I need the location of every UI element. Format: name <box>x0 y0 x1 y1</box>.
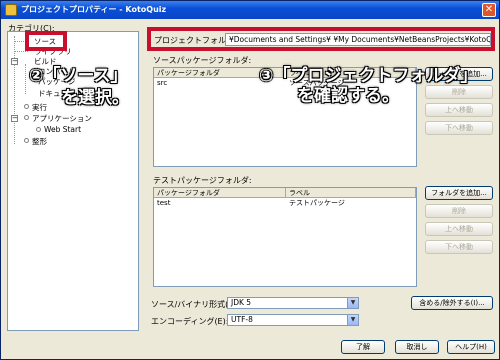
source-highlight-box <box>25 31 67 51</box>
move-test-down-button[interactable]: 下へ移動 <box>425 240 493 254</box>
window-title: プロジェクトプロパティー - KotoQuiz <box>21 5 167 14</box>
move-test-up-button[interactable]: 上へ移動 <box>425 222 493 236</box>
chevron-down-icon[interactable]: ▼ <box>347 315 358 325</box>
collapse-icon[interactable]: − <box>11 58 18 65</box>
help-button[interactable]: ヘルプ(H) <box>447 340 495 354</box>
leaf-node-icon <box>36 127 41 132</box>
project-folder-field[interactable]: ¥Documents and Settings¥ ¥My Documents¥N… <box>225 33 491 46</box>
tree-item-application[interactable]: アプリケーション <box>32 113 92 124</box>
tree-connector <box>14 51 28 52</box>
cancel-button[interactable]: 取消し <box>395 340 439 354</box>
chevron-down-icon[interactable]: ▼ <box>347 298 358 308</box>
table-cell[interactable]: test <box>154 199 170 208</box>
annotation-step2-line2: を選択。 <box>61 88 129 108</box>
remove-test-button[interactable]: 削除 <box>425 204 493 218</box>
column-header[interactable]: パッケージフォルダ <box>154 188 286 198</box>
remove-button[interactable]: 削除 <box>425 85 493 99</box>
tree-connector <box>14 36 15 144</box>
include-exclude-button[interactable]: 含める/除外する(I)... <box>411 296 493 310</box>
properties-dialog: プロジェクトプロパティー - KotoQuiz ✕ カテゴリ(C): ソース ラ… <box>0 0 500 360</box>
move-down-button[interactable]: 下へ移動 <box>425 121 493 135</box>
tree-connector <box>25 64 26 94</box>
move-up-button[interactable]: 上へ移動 <box>425 103 493 117</box>
tree-item-formatting[interactable]: 整形 <box>32 136 47 147</box>
source-format-value: JDK 5 <box>231 298 252 307</box>
close-button[interactable]: ✕ <box>482 3 496 17</box>
test-packages-label: テストパッケージフォルダ: <box>153 176 252 185</box>
encoding-value: UTF-8 <box>231 315 253 324</box>
collapse-icon[interactable]: − <box>11 115 18 122</box>
ok-button[interactable]: 了解 <box>341 340 385 354</box>
source-format-select[interactable]: JDK 5 ▼ <box>227 297 359 309</box>
tree-item-webstart[interactable]: Web Start <box>44 125 81 134</box>
encoding-label: エンコーディング(E): <box>151 317 229 326</box>
leaf-node-icon <box>24 104 29 109</box>
test-packages-table[interactable]: パッケージフォルダ ラベル test テストパッケージ <box>153 187 417 287</box>
annotation-step3-line2: を確認する。 <box>297 86 399 106</box>
source-packages-label: ソースパッケージフォルダ: <box>153 56 252 65</box>
column-header[interactable]: ラベル <box>286 188 416 198</box>
table-cell[interactable]: src <box>154 79 167 88</box>
coffee-cup-icon <box>5 4 17 16</box>
leaf-node-icon <box>24 138 29 143</box>
table-cell[interactable]: テストパッケージ <box>286 199 345 208</box>
add-test-folder-button[interactable]: フォルダを追加... <box>425 186 493 200</box>
title-bar: プロジェクトプロパティー - KotoQuiz ✕ <box>1 1 499 19</box>
leaf-node-icon <box>24 115 29 120</box>
tree-item-run[interactable]: 実行 <box>32 102 47 113</box>
encoding-select[interactable]: UTF-8 ▼ <box>227 314 359 326</box>
